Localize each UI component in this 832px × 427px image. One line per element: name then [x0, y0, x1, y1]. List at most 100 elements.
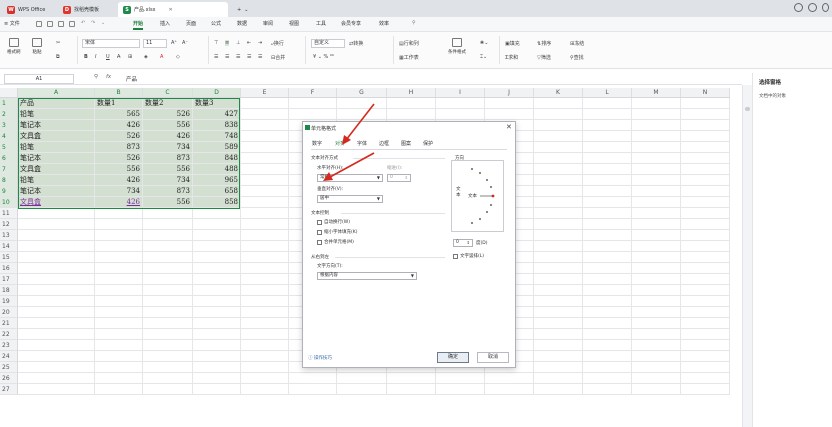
empty-cell[interactable]: [95, 384, 143, 395]
filter-button[interactable]: ▽筛选: [537, 54, 551, 61]
empty-cell[interactable]: [681, 197, 730, 208]
copy-icon[interactable]: ⧉: [56, 54, 60, 60]
empty-cell[interactable]: [485, 384, 534, 395]
row-header[interactable]: 25: [0, 362, 18, 373]
row-header[interactable]: 6: [0, 153, 18, 164]
row-header[interactable]: 13: [0, 230, 18, 241]
ok-button[interactable]: 确定: [437, 352, 469, 363]
empty-cell[interactable]: [583, 340, 632, 351]
empty-cell[interactable]: [95, 230, 143, 241]
empty-cell[interactable]: [18, 296, 95, 307]
empty-cell[interactable]: [583, 142, 632, 153]
empty-cell[interactable]: [387, 384, 436, 395]
empty-cell[interactable]: [534, 175, 583, 186]
empty-cell[interactable]: [18, 351, 95, 362]
table-cell[interactable]: 556: [95, 164, 143, 175]
empty-cell[interactable]: [632, 109, 681, 120]
file-menu[interactable]: ≡ 文件: [4, 20, 20, 27]
search-icon[interactable]: ⚲: [412, 20, 416, 26]
empty-cell[interactable]: [289, 373, 337, 384]
empty-cell[interactable]: [18, 362, 95, 373]
empty-cell[interactable]: [95, 274, 143, 285]
empty-cell[interactable]: [193, 362, 241, 373]
empty-cell[interactable]: [632, 274, 681, 285]
empty-cell[interactable]: [18, 329, 95, 340]
empty-cell[interactable]: [485, 373, 534, 384]
empty-cell[interactable]: [241, 230, 289, 241]
italic-button[interactable]: I: [95, 54, 96, 60]
empty-cell[interactable]: [485, 109, 534, 120]
empty-cell[interactable]: [95, 351, 143, 362]
row-header[interactable]: 2: [0, 109, 18, 120]
empty-cell[interactable]: [95, 340, 143, 351]
empty-cell[interactable]: [241, 219, 289, 230]
select-all-corner[interactable]: [0, 88, 18, 98]
print-icon[interactable]: [58, 21, 64, 27]
empty-cell[interactable]: [583, 274, 632, 285]
tab-font[interactable]: 字体: [357, 140, 367, 147]
table-cell[interactable]: 数量3: [193, 98, 241, 109]
empty-cell[interactable]: [95, 373, 143, 384]
empty-cell[interactable]: [583, 230, 632, 241]
empty-cell[interactable]: [583, 153, 632, 164]
empty-cell[interactable]: [632, 186, 681, 197]
empty-cell[interactable]: [241, 307, 289, 318]
empty-cell[interactable]: [241, 318, 289, 329]
empty-cell[interactable]: [632, 208, 681, 219]
menu-tools[interactable]: 工具: [316, 20, 326, 27]
row-header[interactable]: 17: [0, 274, 18, 285]
empty-cell[interactable]: [193, 252, 241, 263]
table-cell[interactable]: 556: [143, 120, 193, 131]
empty-cell[interactable]: [632, 373, 681, 384]
empty-cell[interactable]: [534, 186, 583, 197]
empty-cell[interactable]: [681, 153, 730, 164]
menu-data[interactable]: 数据: [237, 20, 247, 27]
empty-cell[interactable]: [534, 153, 583, 164]
table-cell[interactable]: 数量2: [143, 98, 193, 109]
row-header[interactable]: 26: [0, 373, 18, 384]
empty-cell[interactable]: [632, 263, 681, 274]
empty-cell[interactable]: [193, 307, 241, 318]
table-cell[interactable]: 产品: [18, 98, 95, 109]
align-left-icon[interactable]: ☰: [214, 54, 218, 60]
row-header[interactable]: 14: [0, 241, 18, 252]
tab-pattern[interactable]: 图案: [401, 140, 411, 147]
fill-button[interactable]: ▣填充: [505, 40, 520, 47]
row-header[interactable]: 4: [0, 131, 18, 142]
empty-cell[interactable]: [18, 307, 95, 318]
table-cell[interactable]: 838: [193, 120, 241, 131]
scroll-thumb[interactable]: [745, 107, 750, 111]
empty-cell[interactable]: [681, 219, 730, 230]
align-right-icon[interactable]: ☰: [236, 54, 240, 60]
empty-cell[interactable]: [583, 109, 632, 120]
empty-cell[interactable]: [583, 384, 632, 395]
paste-button[interactable]: 粘贴: [32, 38, 42, 55]
column-header[interactable]: D: [193, 88, 241, 98]
empty-cell[interactable]: [534, 318, 583, 329]
table-cell[interactable]: 565: [95, 109, 143, 120]
empty-cell[interactable]: [632, 153, 681, 164]
empty-cell[interactable]: [681, 186, 730, 197]
find-button[interactable]: ⚲查找: [570, 54, 584, 61]
row-header[interactable]: 19: [0, 296, 18, 307]
empty-cell[interactable]: [681, 164, 730, 175]
grow-font-icon[interactable]: A⁺: [171, 40, 177, 46]
tab-number[interactable]: 数字: [312, 140, 322, 147]
empty-cell[interactable]: [193, 263, 241, 274]
empty-cell[interactable]: [534, 263, 583, 274]
empty-cell[interactable]: [681, 318, 730, 329]
empty-cell[interactable]: [681, 241, 730, 252]
empty-cell[interactable]: [534, 351, 583, 362]
empty-cell[interactable]: [632, 285, 681, 296]
row-header[interactable]: 1: [0, 98, 18, 109]
empty-cell[interactable]: [583, 351, 632, 362]
empty-cell[interactable]: [681, 131, 730, 142]
table-cell[interactable]: 965: [193, 175, 241, 186]
table-cell[interactable]: 658: [193, 186, 241, 197]
empty-cell[interactable]: [534, 362, 583, 373]
table-cell[interactable]: 笔记本: [18, 120, 95, 131]
empty-cell[interactable]: [337, 373, 387, 384]
empty-cell[interactable]: [289, 384, 337, 395]
empty-cell[interactable]: [387, 98, 436, 109]
table-cell[interactable]: 426: [95, 120, 143, 131]
